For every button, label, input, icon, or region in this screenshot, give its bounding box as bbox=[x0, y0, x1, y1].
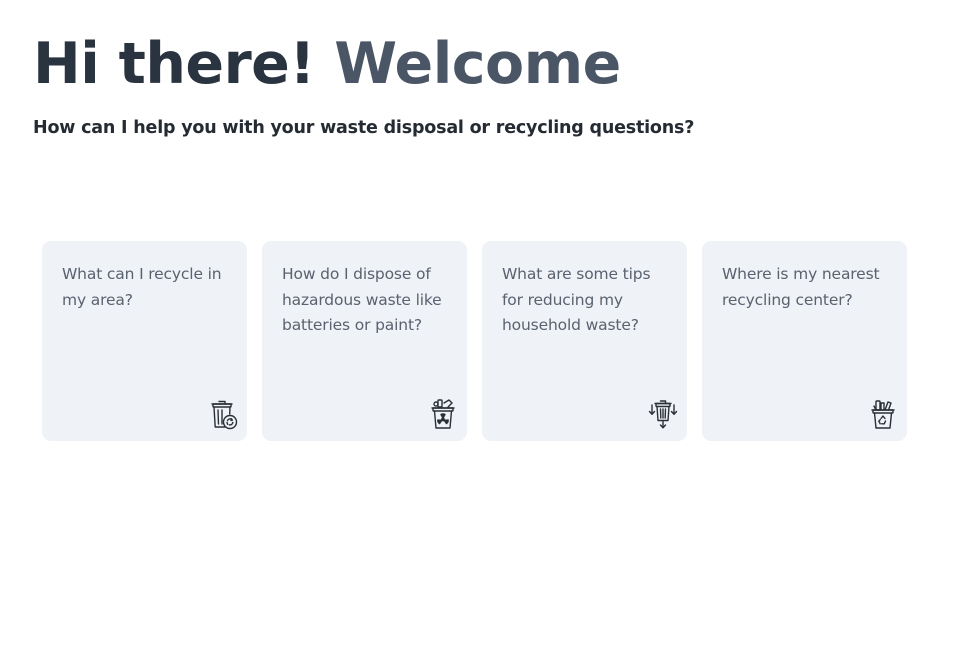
suggestion-card-text: Where is my nearest recycling center? bbox=[722, 265, 880, 309]
suggestion-card-text: What are some tips for reducing my house… bbox=[502, 265, 651, 334]
suggestion-card-recycle[interactable]: What can I recycle in my area? bbox=[42, 241, 247, 441]
page-title: Hi there! Welcome bbox=[33, 28, 621, 100]
greeting-text: Hi there! bbox=[33, 31, 315, 97]
welcome-text: Welcome bbox=[334, 31, 621, 97]
suggestion-card-text: How do I dispose of hazardous waste like… bbox=[282, 265, 442, 334]
suggestion-cards: What can I recycle in my area? How do I … bbox=[42, 241, 907, 441]
recycling-center-bin-icon bbox=[868, 398, 898, 430]
suggestion-card-hazardous[interactable]: How do I dispose of hazardous waste like… bbox=[262, 241, 467, 441]
waste-reduction-icon bbox=[648, 398, 678, 430]
page-subtitle: How can I help you with your waste dispo… bbox=[33, 118, 695, 138]
suggestion-card-reduce[interactable]: What are some tips for reducing my house… bbox=[482, 241, 687, 441]
suggestion-card-center[interactable]: Where is my nearest recycling center? bbox=[702, 241, 907, 441]
recycle-bin-icon bbox=[208, 398, 238, 430]
hazardous-waste-bin-icon bbox=[428, 398, 458, 430]
suggestion-card-text: What can I recycle in my area? bbox=[62, 265, 222, 309]
